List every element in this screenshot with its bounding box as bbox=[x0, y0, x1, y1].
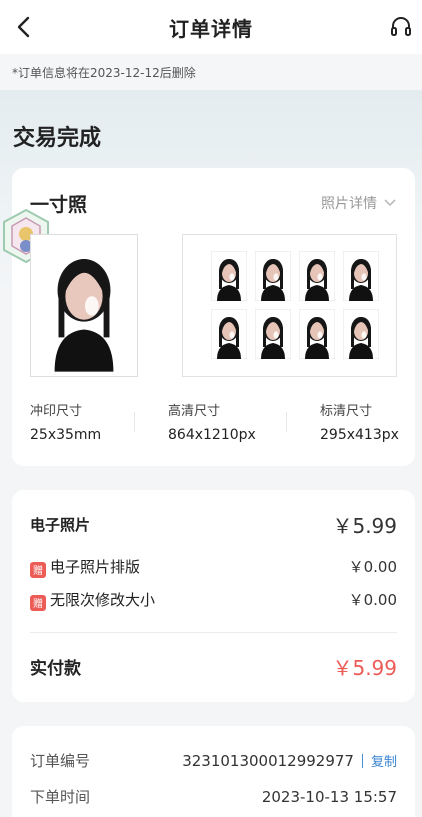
layout-thumbnail bbox=[211, 251, 247, 301]
order-time-row: 下单时间 2023-10-13 15:57 bbox=[30, 786, 397, 807]
order-time-value: 2023-10-13 15:57 bbox=[261, 787, 397, 806]
gift-row: 赠无限次修改大小 ￥0.00 bbox=[30, 589, 397, 611]
headset-icon[interactable] bbox=[390, 16, 412, 38]
gift-label: 无限次修改大小 bbox=[50, 591, 156, 609]
photo-detail-toggle[interactable]: 照片详情 bbox=[321, 193, 397, 213]
chevron-left-icon[interactable] bbox=[14, 14, 36, 40]
print-size-value: 25x35mm bbox=[30, 427, 102, 443]
item-label: 电子照片 bbox=[30, 516, 91, 534]
item-row: 电子照片 ￥5.99 bbox=[30, 510, 397, 539]
item-price: ￥5.99 bbox=[332, 514, 397, 538]
divider bbox=[134, 412, 135, 432]
order-number-row: 订单编号 323101300012992977 复制 bbox=[30, 750, 397, 771]
copy-button[interactable]: 复制 bbox=[371, 755, 397, 770]
id-photo-single[interactable] bbox=[30, 234, 138, 377]
order-number-label: 订单编号 bbox=[30, 752, 91, 770]
gift-badge: 赠 bbox=[30, 594, 46, 611]
layout-thumbnail bbox=[343, 251, 379, 301]
order-info-card: 订单编号 323101300012992977 复制 下单时间 2023-10-1… bbox=[12, 726, 415, 817]
order-number-value: 323101300012992977 bbox=[182, 752, 354, 770]
order-time-label: 下单时间 bbox=[30, 788, 91, 806]
id-photo-layout-sheet[interactable] bbox=[182, 234, 397, 377]
page-title: 订单详情 bbox=[169, 16, 253, 41]
gift-price: ￥0.00 bbox=[348, 591, 397, 610]
photo-card: 一寸照 照片详情 冲印尺寸 25x35mm 高清尺寸 864x1210px 标清… bbox=[3, 168, 415, 466]
print-size-label: 冲印尺寸 bbox=[30, 404, 83, 419]
layout-thumbnail bbox=[211, 309, 247, 359]
portrait-image bbox=[35, 239, 133, 372]
gift-price: ￥0.00 bbox=[348, 558, 397, 577]
layout-thumbnail bbox=[255, 309, 291, 359]
photo-size-specs: 冲印尺寸 25x35mm 高清尺寸 864x1210px 标清尺寸 295x41… bbox=[30, 400, 400, 448]
layout-thumbnail bbox=[299, 309, 335, 359]
hd-size-label: 高清尺寸 bbox=[168, 404, 221, 419]
paid-label: 实付款 bbox=[30, 659, 81, 679]
sd-size-value: 295x413px bbox=[320, 427, 399, 443]
layout-thumbnail bbox=[343, 309, 379, 359]
hd-size-value: 864x1210px bbox=[168, 427, 256, 443]
layout-thumbnail bbox=[299, 251, 335, 301]
divider bbox=[30, 632, 397, 633]
photo-detail-label: 照片详情 bbox=[321, 196, 377, 212]
divider bbox=[361, 754, 363, 768]
price-card: 电子照片 ￥5.99 赠电子照片排版 ￥0.00 赠无限次修改大小 ￥0.00 … bbox=[12, 490, 415, 702]
sd-size-label: 标清尺寸 bbox=[320, 404, 373, 419]
gift-row: 赠电子照片排版 ￥0.00 bbox=[30, 556, 397, 578]
divider bbox=[286, 412, 287, 432]
chevron-down-icon bbox=[384, 199, 396, 207]
paid-value: ￥5.99 bbox=[332, 656, 397, 680]
top-bar: 订单详情 bbox=[0, 0, 422, 54]
order-status: 交易完成 bbox=[13, 126, 102, 151]
sd-size: 标清尺寸 295x413px bbox=[320, 400, 399, 443]
paid-row: 实付款 ￥5.99 bbox=[30, 652, 397, 681]
gift-badge: 赠 bbox=[30, 561, 46, 578]
deletion-notice: *订单信息将在2023-12-12后删除 bbox=[0, 54, 422, 90]
print-size: 冲印尺寸 25x35mm bbox=[30, 400, 101, 443]
hd-size: 高清尺寸 864x1210px bbox=[168, 400, 256, 443]
gift-label: 电子照片排版 bbox=[50, 558, 141, 576]
layout-thumbnail bbox=[255, 251, 291, 301]
